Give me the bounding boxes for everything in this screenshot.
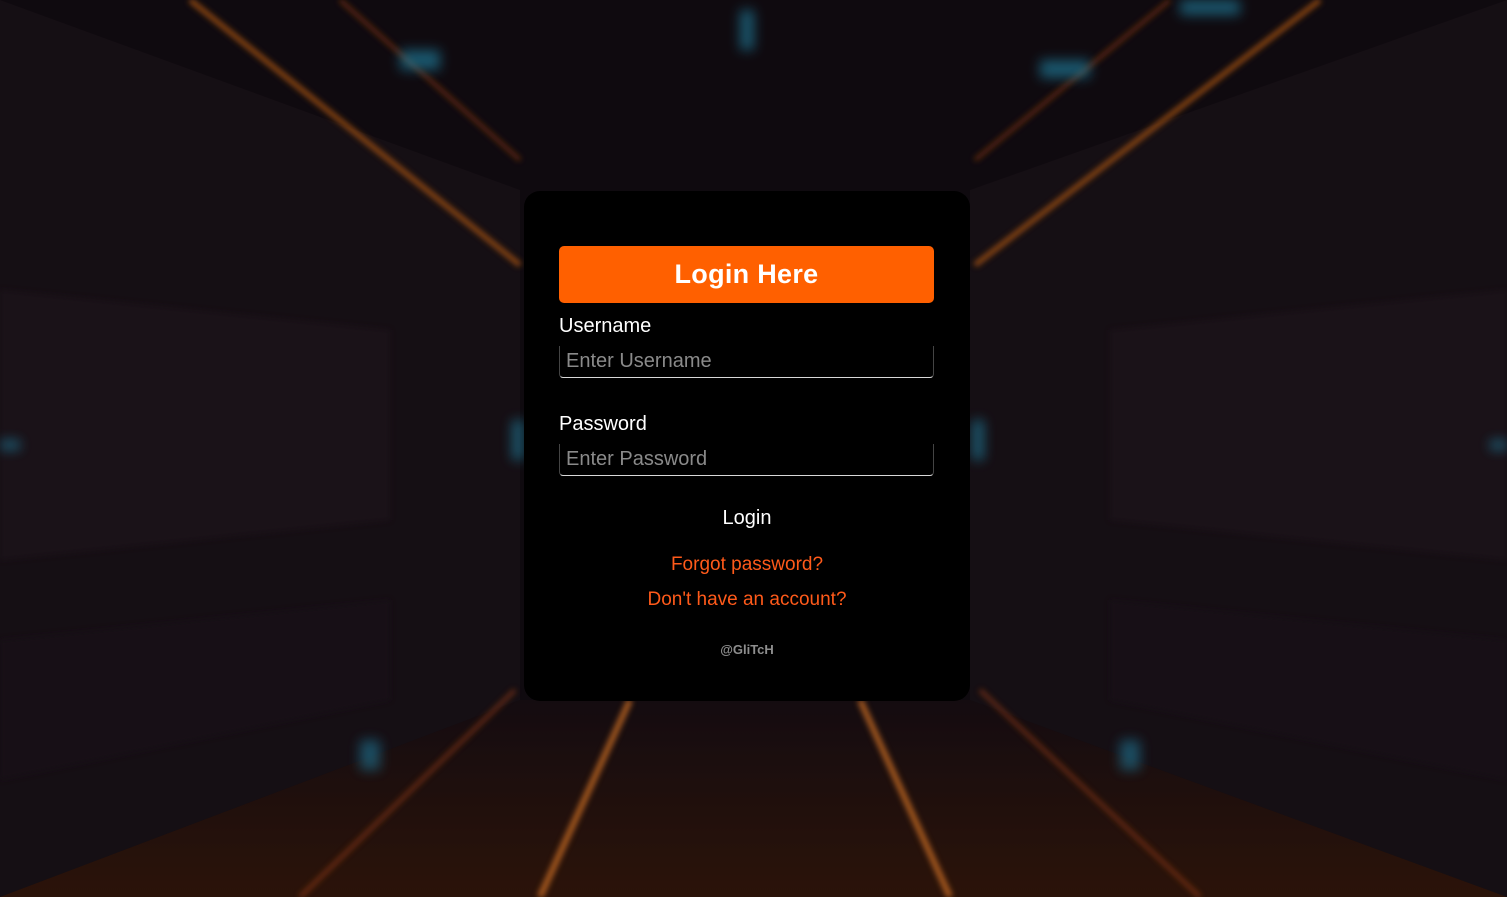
username-input[interactable] bbox=[559, 346, 934, 378]
login-button[interactable]: Login bbox=[697, 501, 797, 535]
password-label: Password bbox=[559, 413, 647, 435]
password-input[interactable] bbox=[559, 444, 934, 476]
username-label: Username bbox=[559, 315, 652, 337]
credit-text: @GliTcH bbox=[720, 642, 774, 657]
login-title: Login Here bbox=[559, 246, 934, 303]
signup-link[interactable]: Don't have an account? bbox=[524, 589, 970, 611]
login-card: Login Here Username Password Login Forgo… bbox=[524, 191, 970, 701]
forgot-password-link[interactable]: Forgot password? bbox=[524, 554, 970, 576]
